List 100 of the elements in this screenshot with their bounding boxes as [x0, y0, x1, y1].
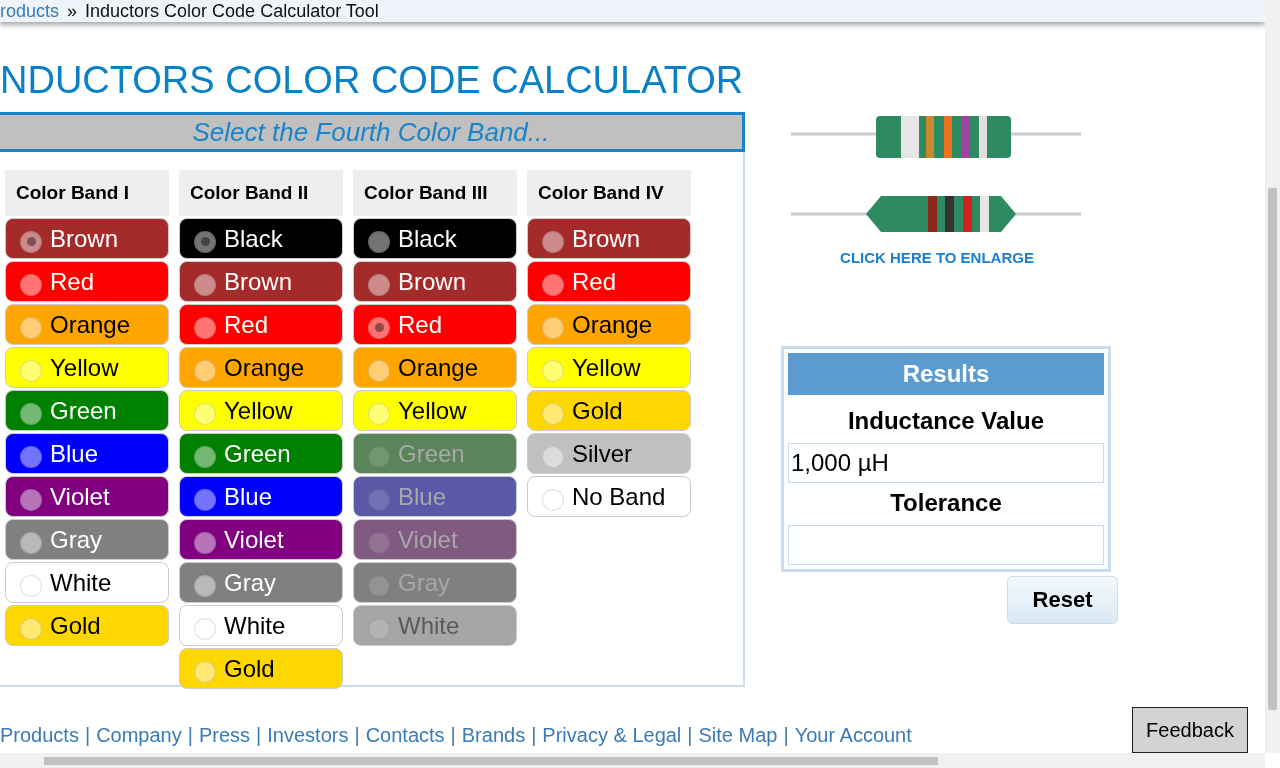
color-option[interactable]: Red [527, 261, 691, 302]
radio-button[interactable] [194, 445, 216, 468]
radio-button[interactable] [20, 531, 42, 554]
color-option[interactable]: Red [179, 304, 343, 345]
radio-button[interactable] [368, 273, 390, 296]
result-field[interactable] [788, 525, 1104, 565]
column-heading: Color Band IV [527, 170, 691, 216]
color-option[interactable]: Gray [179, 562, 343, 603]
color-option[interactable]: Gray [5, 519, 169, 560]
footer-link[interactable]: Site Map [698, 724, 778, 747]
reset-button[interactable]: Reset [1007, 576, 1118, 624]
color-option[interactable]: Black [353, 218, 517, 259]
color-option[interactable]: Gold [5, 605, 169, 646]
link-separator: | [187, 724, 193, 747]
field-label: Tolerance [889, 489, 1003, 517]
radio-button[interactable] [20, 402, 42, 425]
radio-button[interactable] [194, 488, 216, 511]
radio-button[interactable] [20, 359, 42, 382]
radio-button[interactable] [194, 359, 216, 382]
radio-button[interactable] [20, 617, 42, 640]
footer-link[interactable]: Your Account [794, 724, 912, 747]
footer-link[interactable]: Privacy & Legal [542, 724, 682, 747]
prompt-bar: Select the Fourth Color Band... [0, 112, 745, 152]
radio-button[interactable] [194, 531, 216, 554]
result-field[interactable]: 1,000 µH [788, 443, 1104, 483]
column-heading: Color Band III [353, 170, 517, 216]
color-option[interactable]: Blue [179, 476, 343, 517]
radio-button[interactable] [542, 445, 564, 468]
link-separator: | [354, 724, 360, 747]
radio-button[interactable] [368, 402, 390, 425]
color-option[interactable]: Gold [527, 390, 691, 431]
footer-link[interactable]: Press [198, 724, 251, 747]
radio-button[interactable] [194, 402, 216, 425]
color-option[interactable]: Brown [179, 261, 343, 302]
radio-button[interactable] [542, 316, 564, 339]
enlarge-link[interactable]: CLICK HERE TO ENLARGE [840, 249, 1034, 266]
color-option[interactable]: Violet [179, 519, 343, 560]
radio-button[interactable] [194, 617, 216, 640]
radio-button[interactable] [194, 574, 216, 597]
color-option[interactable]: Gold [179, 648, 343, 689]
radio-button[interactable] [542, 273, 564, 296]
color-option[interactable]: Yellow [179, 390, 343, 431]
link-separator: | [783, 724, 789, 747]
color-option[interactable]: No Band [527, 476, 691, 517]
color-option[interactable]: Brown [5, 218, 169, 259]
color-option[interactable]: Orange [527, 304, 691, 345]
color-option[interactable]: Yellow [353, 390, 517, 431]
radio-button[interactable] [20, 445, 42, 468]
color-option[interactable]: Silver [527, 433, 691, 474]
color-option[interactable]: Black [179, 218, 343, 259]
color-option[interactable]: Yellow [5, 347, 169, 388]
feedback-button[interactable]: Feedback [1132, 707, 1248, 753]
color-option[interactable]: Brown [353, 261, 517, 302]
color-option[interactable]: Red [353, 304, 517, 345]
link-separator: | [256, 724, 262, 747]
link-separator: | [531, 724, 537, 747]
radio-button[interactable] [194, 273, 216, 296]
column-heading: Color Band I [5, 170, 169, 216]
breadcrumb-link[interactable]: roducts [0, 1, 60, 21]
color-option[interactable]: Brown [527, 218, 691, 259]
footer-link[interactable]: Brands [461, 724, 526, 747]
vertical-scrollbar[interactable] [1265, 0, 1280, 753]
footer-link[interactable]: Products [0, 724, 79, 747]
radio-button[interactable] [368, 230, 390, 253]
radio-button[interactable] [20, 488, 42, 511]
color-option[interactable]: Green [5, 390, 169, 431]
color-option[interactable]: Blue [5, 433, 169, 474]
radio-button[interactable] [194, 230, 216, 253]
radio-button[interactable] [542, 402, 564, 425]
breadcrumb-separator: » [67, 1, 78, 21]
link-separator: | [450, 724, 456, 747]
radio-button[interactable] [194, 660, 216, 683]
radio-button[interactable] [20, 574, 42, 597]
color-option[interactable]: White [5, 562, 169, 603]
radio-button[interactable] [368, 359, 390, 382]
radio-button[interactable] [20, 230, 42, 253]
radio-button[interactable] [20, 316, 42, 339]
link-separator: | [84, 724, 91, 747]
color-option[interactable]: Yellow [527, 347, 691, 388]
footer-link[interactable]: Company [96, 724, 182, 747]
breadcrumb-current: Inductors Color Code Calculator Tool [85, 1, 379, 21]
radio-button[interactable] [542, 230, 564, 253]
field-label: Inductance Value [846, 407, 1046, 435]
footer-link[interactable]: Investors [267, 724, 349, 747]
color-option[interactable]: Orange [353, 347, 517, 388]
column-heading: Color Band II [179, 170, 343, 216]
footer-link[interactable]: Contacts [365, 724, 445, 747]
radio-button[interactable] [194, 316, 216, 339]
horizontal-scrollbar[interactable] [0, 753, 1265, 768]
color-option[interactable]: Orange [179, 347, 343, 388]
color-option[interactable]: Orange [5, 304, 169, 345]
color-option[interactable]: Green [179, 433, 343, 474]
radio-button[interactable] [542, 359, 564, 382]
radio-button[interactable] [542, 488, 564, 511]
results-title: Results [788, 353, 1104, 395]
color-option[interactable]: Violet [5, 476, 169, 517]
radio-button[interactable] [368, 316, 390, 339]
color-option[interactable]: White [179, 605, 343, 646]
color-option[interactable]: Red [5, 261, 169, 302]
radio-button[interactable] [20, 273, 42, 296]
